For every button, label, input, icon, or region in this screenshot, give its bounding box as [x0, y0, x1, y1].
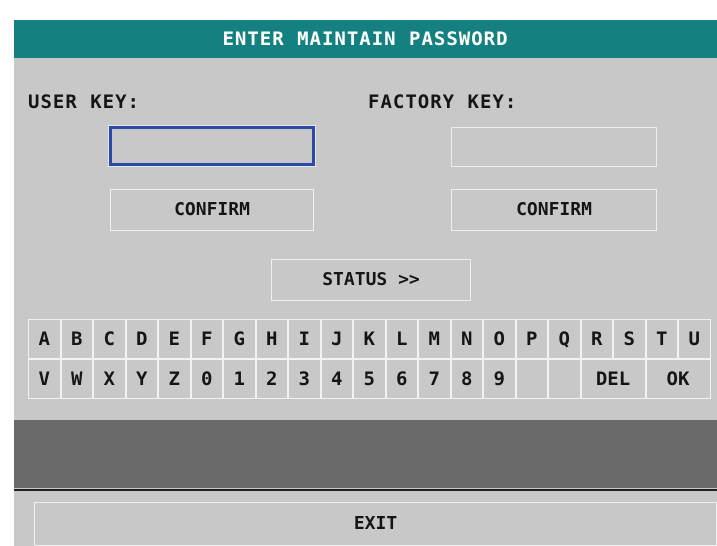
- exit-button[interactable]: EXIT: [34, 502, 717, 546]
- factory-key-confirm-button[interactable]: CONFIRM: [451, 189, 657, 231]
- keyboard-key-p[interactable]: P: [515, 319, 548, 359]
- keyboard-key-8[interactable]: 8: [450, 359, 483, 399]
- keyboard-key-o[interactable]: O: [483, 319, 516, 359]
- keyboard-key-s[interactable]: S: [613, 319, 646, 359]
- keyboard-key-1[interactable]: 1: [223, 359, 256, 399]
- keyboard-key-l[interactable]: L: [385, 319, 418, 359]
- maintain-password-dialog: ENTER MAINTAIN PASSWORD USER KEY: FACTOR…: [14, 20, 717, 546]
- keyboard-delete-key[interactable]: DEL: [580, 359, 646, 399]
- keyboard-key-q[interactable]: Q: [548, 319, 581, 359]
- keyboard-key-r[interactable]: R: [580, 319, 613, 359]
- keyboard-key-0[interactable]: 0: [190, 359, 223, 399]
- user-key-label: USER KEY:: [28, 91, 140, 113]
- on-screen-keyboard: A B C D E F G H I J K L M N O P Q R S T U V W X Y Z 0 1 2 3 4 5 6 7 8 9 DEL O…: [28, 319, 711, 399]
- keyboard-key-j[interactable]: J: [320, 319, 353, 359]
- keyboard-key-d[interactable]: D: [125, 319, 158, 359]
- keyboard-key-4[interactable]: 4: [320, 359, 353, 399]
- keyboard-key-k[interactable]: K: [353, 319, 386, 359]
- keyboard-key-t[interactable]: T: [645, 319, 678, 359]
- keyboard-key-5[interactable]: 5: [353, 359, 386, 399]
- factory-key-input[interactable]: [451, 127, 657, 167]
- user-key-input[interactable]: [108, 125, 316, 167]
- keyboard-key-y[interactable]: Y: [125, 359, 158, 399]
- keyboard-key-2[interactable]: 2: [255, 359, 288, 399]
- keyboard-key-f[interactable]: F: [190, 319, 223, 359]
- keyboard-key-e[interactable]: E: [158, 319, 191, 359]
- keyboard-key-x[interactable]: X: [93, 359, 126, 399]
- keyboard-key-b[interactable]: B: [60, 319, 93, 359]
- keyboard-key-m[interactable]: M: [418, 319, 451, 359]
- keyboard-key-h[interactable]: H: [255, 319, 288, 359]
- keyboard-key-z[interactable]: Z: [158, 359, 191, 399]
- keyboard-key-n[interactable]: N: [450, 319, 483, 359]
- keyboard-key-6[interactable]: 6: [385, 359, 418, 399]
- keyboard-key-c[interactable]: C: [93, 319, 126, 359]
- keyboard-key-a[interactable]: A: [28, 319, 61, 359]
- keyboard-blank-key: [548, 359, 581, 399]
- keyboard-ok-key[interactable]: OK: [645, 359, 711, 399]
- user-key-confirm-button[interactable]: CONFIRM: [110, 189, 314, 231]
- status-button[interactable]: STATUS >>: [271, 259, 471, 301]
- keyboard-key-3[interactable]: 3: [288, 359, 321, 399]
- keyboard-key-w[interactable]: W: [60, 359, 93, 399]
- keyboard-key-g[interactable]: G: [223, 319, 256, 359]
- keyboard-key-v[interactable]: V: [28, 359, 61, 399]
- keyboard-blank-key: [515, 359, 548, 399]
- dialog-title: ENTER MAINTAIN PASSWORD: [14, 20, 717, 58]
- divider: [14, 489, 717, 491]
- factory-key-label: FACTORY KEY:: [368, 91, 518, 113]
- message-panel: [14, 420, 717, 488]
- keyboard-key-i[interactable]: I: [288, 319, 321, 359]
- keyboard-key-u[interactable]: U: [678, 319, 711, 359]
- keyboard-key-9[interactable]: 9: [483, 359, 516, 399]
- keyboard-key-7[interactable]: 7: [418, 359, 451, 399]
